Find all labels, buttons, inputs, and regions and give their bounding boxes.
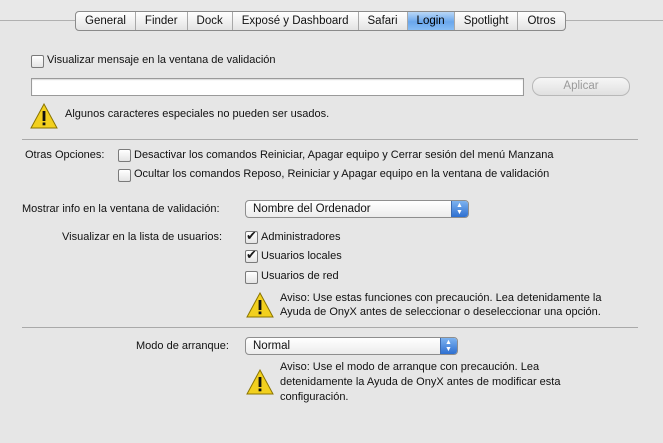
login-message-field[interactable] [31,78,524,96]
checkmark-icon: ✔ [246,247,257,262]
network-users-checkbox[interactable] [245,271,258,284]
local-users-checkbox[interactable]: ✔ [245,247,258,263]
hide-login-window-commands-label: Ocultar los comandos Reposo, Reiniciar y… [134,168,550,180]
startup-warning-line3: configuración. [280,391,349,403]
tab-otros[interactable]: Otros [517,12,564,30]
local-users-label: Usuarios locales [261,250,342,262]
startup-mode-popup[interactable]: Normal ▲ ▼ [245,337,458,355]
administrators-checkbox[interactable]: ✔ [245,228,258,244]
login-message-label: Visualizar mensaje en la ventana de vali… [47,54,276,66]
login-message-checkbox[interactable] [31,55,44,68]
startup-warning-line1: Aviso: Use el modo de arranque con preca… [280,361,540,373]
warning-icon [246,369,274,395]
tab-spotlight[interactable]: Spotlight [453,12,518,30]
administrators-label: Administradores [261,231,341,243]
disable-apple-menu-commands-label: Desactivar los comandos Reiniciar, Apaga… [134,149,554,161]
disable-apple-menu-commands-checkbox[interactable] [118,149,131,162]
hide-login-window-commands-checkbox[interactable] [118,169,131,182]
network-users-label: Usuarios de red [261,270,339,282]
special-chars-warning: Algunos caracteres especiales no pueden … [65,108,330,120]
show-info-label: Mostrar info en la ventana de validación… [22,203,220,215]
tab-dock[interactable]: Dock [186,12,232,30]
separator [22,327,638,328]
apply-button[interactable]: Aplicar [532,77,630,96]
tab-finder[interactable]: Finder [134,12,187,30]
tab-login[interactable]: Login [406,12,454,30]
show-info-popup[interactable]: Nombre del Ordenador ▲ ▼ [245,200,469,218]
tab-general[interactable]: General [76,12,135,30]
warning-icon [30,103,58,129]
user-list-label: Visualizar en la lista de usuarios: [62,231,222,243]
warning-icon [246,292,274,318]
startup-mode-value: Normal [253,340,291,352]
other-options-label: Otras Opciones: [25,149,105,161]
popup-arrows-icon: ▲ ▼ [451,201,468,217]
tab-expose-dashboard[interactable]: Exposé y Dashboard [231,12,358,30]
show-info-value: Nombre del Ordenador [253,203,371,215]
checkmark-icon: ✔ [246,228,257,243]
startup-warning-line2: detenidamente la Ayuda de OnyX antes de … [280,376,561,388]
preferences-panel: General Finder Dock Exposé y Dashboard S… [0,0,663,443]
tab-safari[interactable]: Safari [357,12,407,30]
user-list-warning-line2: Ayuda de OnyX antes de seleccionar o des… [280,306,601,318]
separator [22,139,638,140]
startup-mode-label: Modo de arranque: [136,340,229,352]
tab-bar: General Finder Dock Exposé y Dashboard S… [75,11,566,31]
user-list-warning-line1: Aviso: Use estas funciones con precaució… [280,292,602,304]
popup-arrows-icon: ▲ ▼ [440,338,457,354]
